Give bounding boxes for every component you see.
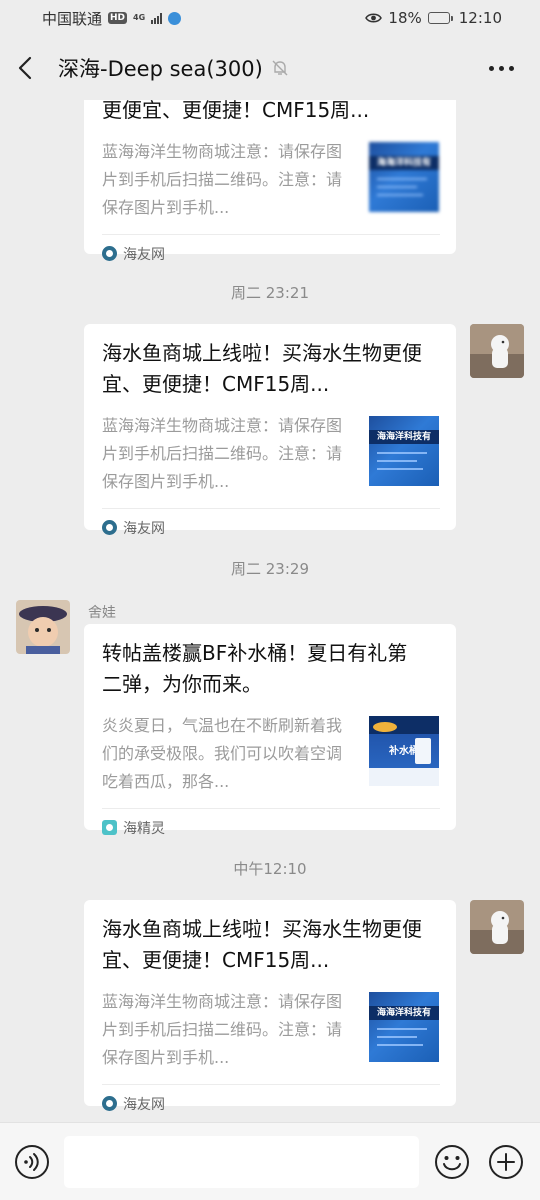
card-footer: 海精灵	[102, 808, 440, 846]
dot-icon	[499, 65, 504, 71]
sender-name: 舍娃	[88, 605, 116, 621]
chevron-left-icon	[18, 56, 32, 80]
dot-icon	[489, 65, 494, 71]
card-title: 海水鱼商城上线啦！买海水生物更便宜、更便捷！CMF15周...	[102, 917, 422, 972]
message-list[interactable]: 更便宜、更便捷！CMF15周... 蓝海海洋生物商城注意：请保存图片到手机后扫描…	[0, 100, 540, 1122]
chat-title: 深海-Deep sea(300)	[58, 57, 263, 81]
self-avatar[interactable]	[470, 324, 524, 378]
card-source: 海友网	[123, 520, 165, 537]
status-right: 18% 12:10	[365, 9, 502, 27]
thumbnail-banner: 海海洋科技有	[369, 156, 439, 170]
voice-button[interactable]	[14, 1144, 50, 1180]
source-icon	[102, 246, 117, 261]
card-thumbnail: 海海洋科技有	[369, 992, 439, 1062]
card-description: 蓝海海洋生物商城注意：请保存图片到手机后扫描二维码。注意：请保存图片到手机...	[102, 416, 343, 491]
smiley-icon	[435, 1144, 469, 1179]
card-footer: 海友网	[102, 1084, 440, 1122]
card-title: 更便宜、更便捷！CMF15周...	[102, 100, 370, 122]
card-source: 海友网	[123, 1096, 165, 1113]
message-input[interactable]	[64, 1135, 419, 1188]
back-button[interactable]	[18, 48, 48, 88]
timestamp: 中午12:10	[233, 860, 307, 878]
card-description: 蓝海海洋生物商城注意：请保存图片到手机后扫描二维码。注意：请保存图片到手机...	[102, 992, 343, 1067]
self-avatar[interactable]	[470, 900, 524, 954]
clock: 12:10	[458, 9, 502, 27]
carrier-label: 中国联通	[42, 9, 103, 28]
card-footer: 海友网	[102, 234, 440, 272]
thumbnail-banner: 海海洋科技有	[369, 430, 439, 444]
card-thumbnail: 补水桶	[369, 716, 439, 786]
hd-badge: HD	[108, 12, 128, 24]
card-title: 转帖盖楼赢BF补水桶！夏日有礼第二弹，为你而来。	[102, 641, 408, 696]
card-thumbnail: 海海洋科技有	[369, 416, 439, 486]
chat-header: 深海-Deep sea(300)	[0, 36, 540, 100]
card-footer: 海友网	[102, 508, 440, 546]
more-functions-button[interactable]	[488, 1144, 524, 1180]
card-source: 海友网	[123, 246, 165, 263]
card-description: 蓝海海洋生物商城注意：请保存图片到手机后扫描二维码。注意：请保存图片到手机...	[102, 142, 343, 217]
article-card[interactable]: 转帖盖楼赢BF补水桶！夏日有礼第二弹，为你而来。 炎炎夏日，气温也在不断刷新着我…	[84, 624, 456, 837]
card-title: 海水鱼商城上线啦！买海水生物更便宜、更便捷！CMF15周...	[102, 341, 422, 396]
source-icon	[102, 1096, 117, 1111]
card-source: 海精灵	[123, 820, 165, 837]
sender-avatar[interactable]	[16, 600, 70, 654]
signal-icon	[151, 12, 163, 24]
card-thumbnail: 海海洋科技有	[369, 142, 439, 212]
thumbnail-banner: 海海洋科技有	[369, 1006, 439, 1020]
status-left: 中国联通 HD 4G	[42, 8, 182, 29]
battery-icon	[427, 12, 453, 24]
mute-bell-icon	[271, 59, 289, 77]
card-body: 蓝海海洋生物商城注意：请保存图片到手机后扫描二维码。注意：请保存图片到手机...…	[102, 412, 440, 496]
source-icon	[102, 820, 117, 835]
card-body: 炎炎夏日，气温也在不断刷新着我们的承受极限。我们可以吹着空调吃着西瓜，那各...…	[102, 712, 440, 796]
network-label: 4G	[133, 13, 146, 22]
card-body: 蓝海海洋生物商城注意：请保存图片到手机后扫描二维码。注意：请保存图片到手机...…	[102, 138, 440, 222]
timestamp: 周二 23:21	[231, 284, 309, 302]
emoji-button[interactable]	[434, 1144, 470, 1180]
dot-icon	[509, 65, 514, 71]
card-description: 炎炎夏日，气温也在不断刷新着我们的承受极限。我们可以吹着空调吃着西瓜，那各...	[102, 716, 343, 791]
article-card[interactable]: 更便宜、更便捷！CMF15周... 蓝海海洋生物商城注意：请保存图片到手机后扫描…	[84, 100, 456, 263]
browser-icon	[168, 11, 182, 25]
status-bar: 中国联通 HD 4G 18% 12:10	[0, 0, 540, 36]
article-card[interactable]: 海水鱼商城上线啦！买海水生物更便宜、更便捷！CMF15周... 蓝海海洋生物商城…	[84, 324, 456, 537]
article-card[interactable]: 海水鱼商城上线啦！买海水生物更便宜、更便捷！CMF15周... 蓝海海洋生物商城…	[84, 900, 456, 1113]
voice-icon	[15, 1144, 49, 1179]
timestamp: 周二 23:29	[231, 560, 309, 578]
more-options-button[interactable]	[481, 56, 522, 81]
input-bar	[0, 1122, 540, 1200]
eye-icon	[365, 13, 383, 23]
card-body: 蓝海海洋生物商城注意：请保存图片到手机后扫描二维码。注意：请保存图片到手机...…	[102, 988, 440, 1072]
battery-percent: 18%	[388, 9, 422, 27]
source-icon	[102, 520, 117, 535]
plus-icon	[489, 1144, 523, 1179]
bucket-icon	[415, 738, 431, 764]
